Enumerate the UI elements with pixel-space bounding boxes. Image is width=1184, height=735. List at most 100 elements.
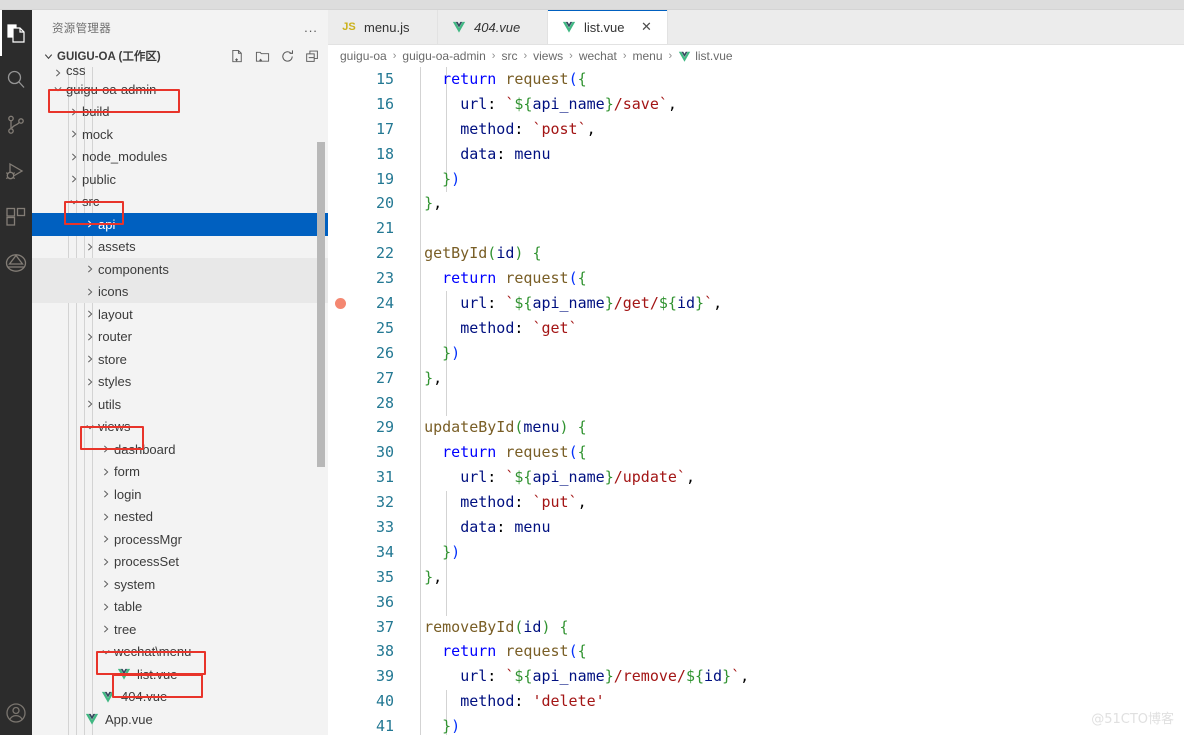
code-text: url: `${api_name}/remove/${id}`,	[460, 667, 750, 686]
code-line: 40 method: 'delete'	[328, 689, 1184, 714]
tree-file-404-vue[interactable]: 404.vue	[32, 686, 328, 709]
tree-item-label: layout	[98, 306, 133, 322]
tree-folder-css[interactable]: css	[32, 67, 328, 78]
code-text: method: `put`,	[460, 493, 587, 512]
line-number: 29	[375, 418, 394, 437]
tree-folder-router[interactable]: router	[32, 326, 328, 349]
line-number: 31	[375, 468, 394, 487]
code-editor[interactable]: 15 return request({16 url: `${api_name}/…	[328, 67, 1184, 735]
tree-folder-dashboard[interactable]: dashboard	[32, 438, 328, 461]
breadcrumb-item-label: src	[501, 49, 518, 63]
tree-folder-tree[interactable]: tree	[32, 618, 328, 641]
explorer-icon	[4, 21, 28, 45]
sidebar-scrollbar[interactable]	[317, 142, 325, 467]
tree-folder-styles[interactable]: styles	[32, 371, 328, 394]
editor-tab-label: 404.vue	[474, 19, 521, 35]
code-line: 24 url: `${api_name}/get/${id}`,	[328, 291, 1184, 316]
sidebar-title-label: 资源管理器	[52, 22, 111, 35]
breadcrumb-item-guigu-oa[interactable]: guigu-oa	[339, 49, 388, 63]
activity-item-remote-explorer[interactable]	[0, 240, 32, 286]
tree-item-label: public	[82, 171, 116, 187]
vue-file-icon	[116, 667, 132, 681]
tree-folder-table[interactable]: table	[32, 596, 328, 619]
tree-item-label: views	[98, 419, 131, 435]
tree-folder-assets[interactable]: assets	[32, 236, 328, 259]
tree-folder-utils[interactable]: utils	[32, 393, 328, 416]
refresh-icon[interactable]	[279, 48, 295, 64]
editor-tab-list-vue[interactable]: list.vue ✕	[548, 10, 669, 44]
code-line: 17 method: `post`,	[328, 117, 1184, 142]
activity-item-run-debug[interactable]	[0, 148, 32, 194]
activity-item-source-control[interactable]	[0, 102, 32, 148]
workspace-name-label: GUIGU-OA (工作区)	[57, 51, 161, 63]
line-number: 22	[375, 244, 394, 263]
tree-folder-nested[interactable]: nested	[32, 506, 328, 529]
line-number: 19	[375, 169, 394, 188]
activity-item-account[interactable]	[0, 701, 32, 735]
tree-folder-node-modules[interactable]: node_modules	[32, 146, 328, 169]
tree-item-label: css	[66, 67, 86, 78]
tree-folder-form[interactable]: form	[32, 461, 328, 484]
tree-folder-store[interactable]: store	[32, 348, 328, 371]
tree-folder-build[interactable]: build	[32, 101, 328, 124]
activity-item-search[interactable]	[0, 56, 32, 102]
breakpoint-icon[interactable]	[335, 297, 346, 309]
tree-folder-guigu-oa-admin[interactable]: guigu-oa-admin	[32, 78, 328, 101]
chevron-right-icon	[68, 174, 80, 184]
line-number: 17	[375, 119, 394, 138]
line-number: 25	[375, 318, 394, 337]
breadcrumb[interactable]: guigu-oa › guigu-oa-admin › src › views › wechat…	[328, 45, 1184, 67]
code-line: 37 removeById(id) {	[328, 615, 1184, 640]
tree-folder-processmgr[interactable]: processMgr	[32, 528, 328, 551]
breadcrumb-item-src[interactable]: src	[500, 49, 518, 63]
file-tree[interactable]: css guigu-oa-admin build mock node_modulespu…	[32, 67, 328, 735]
tree-folder-public[interactable]: public	[32, 168, 328, 191]
tree-folder-api[interactable]: api	[32, 213, 328, 236]
tree-folder-mock[interactable]: mock	[32, 123, 328, 146]
tree-folder-components[interactable]: components	[32, 258, 328, 281]
code-text: removeById(id) {	[424, 617, 569, 636]
code-text: method: `post`,	[460, 119, 596, 138]
vue-icon	[451, 20, 467, 34]
breadcrumb-item-wechat[interactable]: wechat	[578, 49, 618, 63]
tree-folder-system[interactable]: system	[32, 573, 328, 596]
tree-item-label: dashboard	[114, 441, 176, 457]
line-number: 15	[375, 70, 394, 88]
code-line: 18 data: menu	[328, 142, 1184, 167]
breadcrumb-item-guigu-oa-admin[interactable]: guigu-oa-admin	[401, 49, 486, 63]
code-text: })	[442, 343, 461, 362]
line-number: 40	[375, 692, 394, 711]
tree-folder-icons[interactable]: icons	[32, 280, 328, 303]
sidebar-more-actions-button[interactable]: ...	[300, 17, 322, 39]
breadcrumb-item-menu[interactable]: menu	[632, 49, 664, 63]
tree-file-list-vue[interactable]: list.vue	[32, 663, 328, 686]
tree-item-label: api	[98, 216, 116, 232]
tree-folder-views[interactable]: views	[32, 416, 328, 439]
chevron-right-icon	[100, 467, 112, 477]
collapse-all-icon[interactable]	[304, 48, 320, 64]
editor-tab-label: list.vue	[584, 19, 625, 35]
new-folder-icon[interactable]	[254, 48, 270, 64]
line-number: 27	[375, 368, 394, 387]
tree-folder-src[interactable]: src	[32, 191, 328, 214]
activity-item-explorer[interactable]	[0, 10, 32, 56]
tree-file-app-vue[interactable]: App.vue	[32, 708, 328, 731]
editor-tab-404-vue[interactable]: 404.vue	[438, 10, 548, 44]
breadcrumb-item-list-vue[interactable]: list.vue	[677, 49, 733, 63]
code-line: 31 url: `${api_name}/update`,	[328, 465, 1184, 490]
breadcrumb-item-views[interactable]: views	[532, 49, 564, 63]
line-number: 33	[375, 518, 394, 537]
tree-folder-login[interactable]: login	[32, 483, 328, 506]
code-line: 15 return request({	[328, 67, 1184, 92]
new-file-icon[interactable]	[229, 48, 245, 64]
line-number: 32	[375, 493, 394, 512]
close-icon[interactable]: ✕	[637, 18, 655, 36]
tree-folder-wechat-menu[interactable]: wechat\menu	[32, 641, 328, 664]
tree-folder-layout[interactable]: layout	[32, 303, 328, 326]
tree-item-label: assets	[98, 239, 136, 255]
activity-item-extensions[interactable]	[0, 194, 32, 240]
code-text: url: `${api_name}/get/${id}`,	[460, 294, 723, 313]
editor-tab-menu-js[interactable]: JS menu.js	[328, 10, 438, 44]
workspace-section-header[interactable]: GUIGU-OA (工作区)	[32, 45, 328, 67]
tree-folder-processset[interactable]: processSet	[32, 551, 328, 574]
